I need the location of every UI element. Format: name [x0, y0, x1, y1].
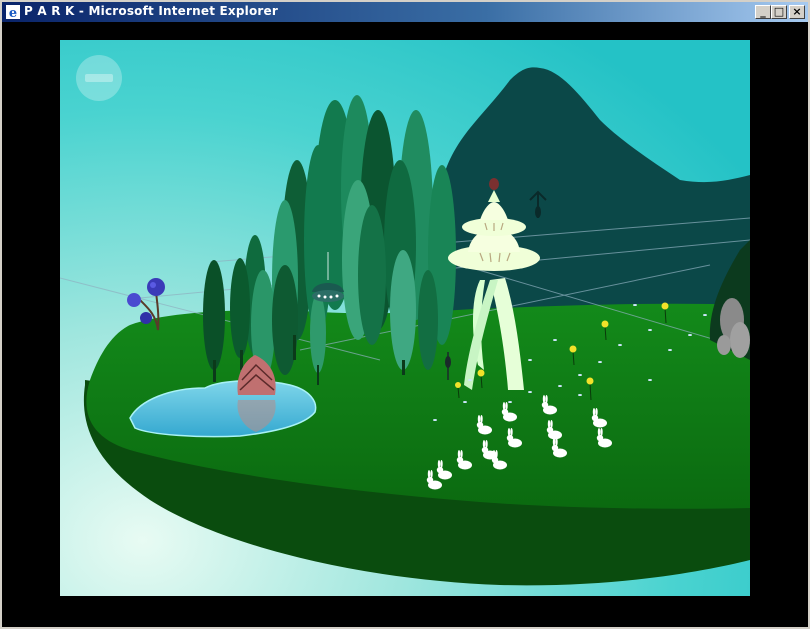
- window-title: P A R K - Microsoft Internet Explorer: [24, 4, 278, 18]
- browser-content: [2, 22, 808, 627]
- browser-window: e P A R K - Microsoft Internet Explorer …: [0, 0, 810, 629]
- minimize-button[interactable]: _: [755, 5, 771, 19]
- close-button[interactable]: ×: [789, 5, 805, 19]
- internet-explorer-icon: e: [6, 5, 20, 20]
- svg-text:e: e: [9, 6, 17, 20]
- maximize-button[interactable]: □: [771, 5, 787, 19]
- park-game-stage[interactable]: [60, 40, 750, 596]
- title-bar[interactable]: e P A R K - Microsoft Internet Explorer …: [2, 2, 808, 22]
- minus-icon: [85, 74, 113, 82]
- minimize-icon: _: [760, 5, 766, 18]
- zoom-out-button[interactable]: [76, 55, 122, 101]
- close-icon: ×: [792, 5, 802, 18]
- maximize-icon: □: [773, 5, 785, 18]
- park-scene: [60, 40, 750, 596]
